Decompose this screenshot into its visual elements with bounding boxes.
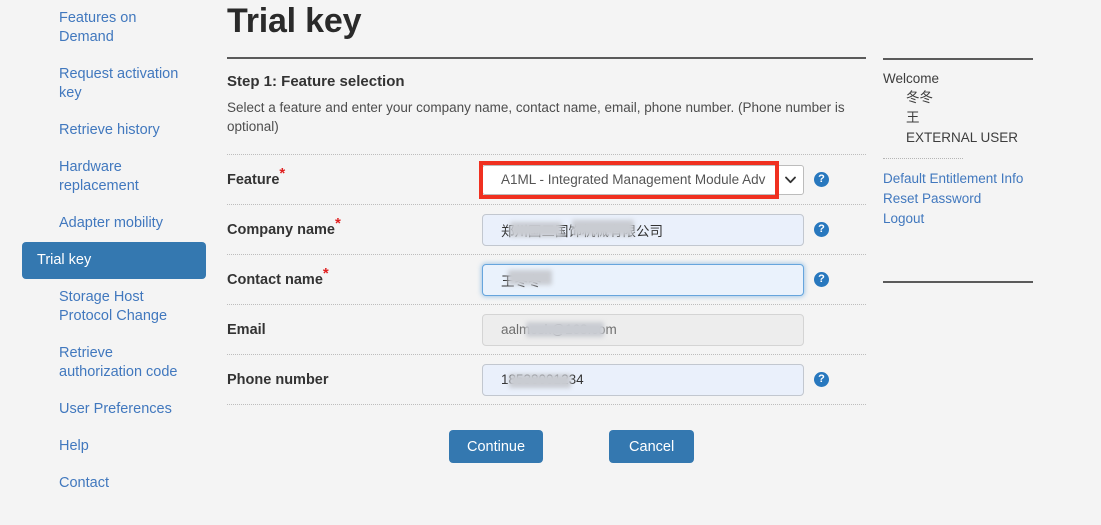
welcome-label: Welcome (883, 71, 940, 86)
email-input (482, 313, 804, 346)
question-circle-icon-feature[interactable]: ? (814, 172, 829, 187)
email-label: Email (227, 321, 482, 339)
feature-label: Feature* (227, 166, 482, 189)
title-divider (227, 57, 866, 59)
continue-button[interactable]: Continue (449, 430, 544, 463)
question-circle-icon-company-name[interactable]: ? (814, 222, 829, 237)
form-row-company-name: Company name* ? (227, 205, 866, 254)
contact-name-field-wrap: ? (482, 263, 829, 296)
cancel-button[interactable]: Cancel (609, 430, 695, 463)
company-name-label: Company name* (227, 216, 482, 239)
contact-name-label-text: Contact name (227, 271, 323, 288)
panel-bottom-divider (883, 281, 1033, 283)
main-content: Trial key Step 1: Feature selection Sele… (215, 0, 878, 525)
form-row-phone-number: Phone number ? (227, 355, 866, 404)
phone-number-label-text: Phone number (227, 371, 329, 388)
contact-name-input[interactable] (482, 263, 804, 296)
left-sidebar: Features on Demand Request activation ke… (0, 0, 215, 525)
button-row: Continue Cancel (227, 405, 866, 463)
phone-number-label: Phone number (227, 371, 482, 389)
feature-select[interactable]: A1ML - Integrated Management Module Adv (479, 160, 804, 199)
company-name-field-wrap: ? (482, 213, 829, 246)
step-heading: Step 1: Feature selection (227, 73, 405, 90)
required-asterisk: * (322, 264, 329, 282)
sidebar-item-trial-key[interactable]: Trial key (22, 242, 206, 279)
email-label-text: Email (227, 321, 266, 338)
form-row-contact-name: Contact name* ? (227, 255, 866, 304)
email-field-wrap (482, 313, 829, 346)
page-title: Trial key (227, 2, 362, 40)
step-description: Select a feature and enter your company … (227, 100, 845, 134)
phone-number-field-wrap: ? (482, 363, 829, 396)
user-surname: 王 (906, 110, 920, 125)
panel-dotted-divider (883, 158, 963, 159)
question-circle-icon-contact-name[interactable]: ? (814, 272, 829, 287)
company-name-input[interactable] (482, 213, 804, 246)
sidebar-item-request-activation-key[interactable]: Request activation key (22, 56, 206, 112)
sidebar-item-retrieve-authorization-code[interactable]: Retrieve authorization code (22, 335, 206, 391)
chevron-down-icon[interactable] (776, 165, 803, 194)
sidebar-item-storage-host-protocol-change[interactable]: Storage Host Protocol Change (22, 279, 206, 335)
sidebar-item-features-on-demand[interactable]: Features on Demand (22, 0, 206, 56)
panel-bottom-divider-wrap (883, 281, 1033, 283)
sidebar-item-contact[interactable]: Contact (22, 465, 206, 502)
sidebar-item-help[interactable]: Help (22, 428, 206, 465)
phone-number-input[interactable] (482, 363, 804, 396)
link-logout[interactable]: Logout (883, 209, 1089, 229)
feature-field-wrap: A1ML - Integrated Management Module Adv … (479, 160, 829, 199)
required-asterisk: * (334, 214, 341, 232)
form-row-email: Email (227, 305, 866, 354)
feature-label-text: Feature (227, 171, 280, 188)
required-asterisk: * (279, 164, 286, 182)
sidebar-item-user-preferences[interactable]: User Preferences (22, 391, 206, 428)
sidebar-item-retrieve-history[interactable]: Retrieve history (22, 112, 206, 149)
feature-select-value: A1ML - Integrated Management Module Adv (501, 171, 766, 187)
form-row-feature: Feature* A1ML - Integrated Management Mo… (227, 155, 866, 204)
link-default-entitlement-info[interactable]: Default Entitlement Info (883, 169, 1089, 189)
user-role: EXTERNAL USER (906, 130, 1019, 145)
link-reset-password[interactable]: Reset Password (883, 189, 1089, 209)
question-circle-icon-phone-number[interactable]: ? (814, 372, 829, 387)
sidebar-item-hardware-replacement[interactable]: Hardware replacement (22, 149, 206, 205)
contact-name-label: Contact name* (227, 266, 482, 289)
company-name-label-text: Company name (227, 221, 335, 238)
panel-top-divider (883, 58, 1033, 60)
right-panel: Welcome 冬冬 王 EXTERNAL USER Default Entit… (883, 0, 1101, 525)
sidebar-item-adapter-mobility[interactable]: Adapter mobility (22, 205, 206, 242)
user-given-name: 冬冬 (906, 90, 933, 105)
